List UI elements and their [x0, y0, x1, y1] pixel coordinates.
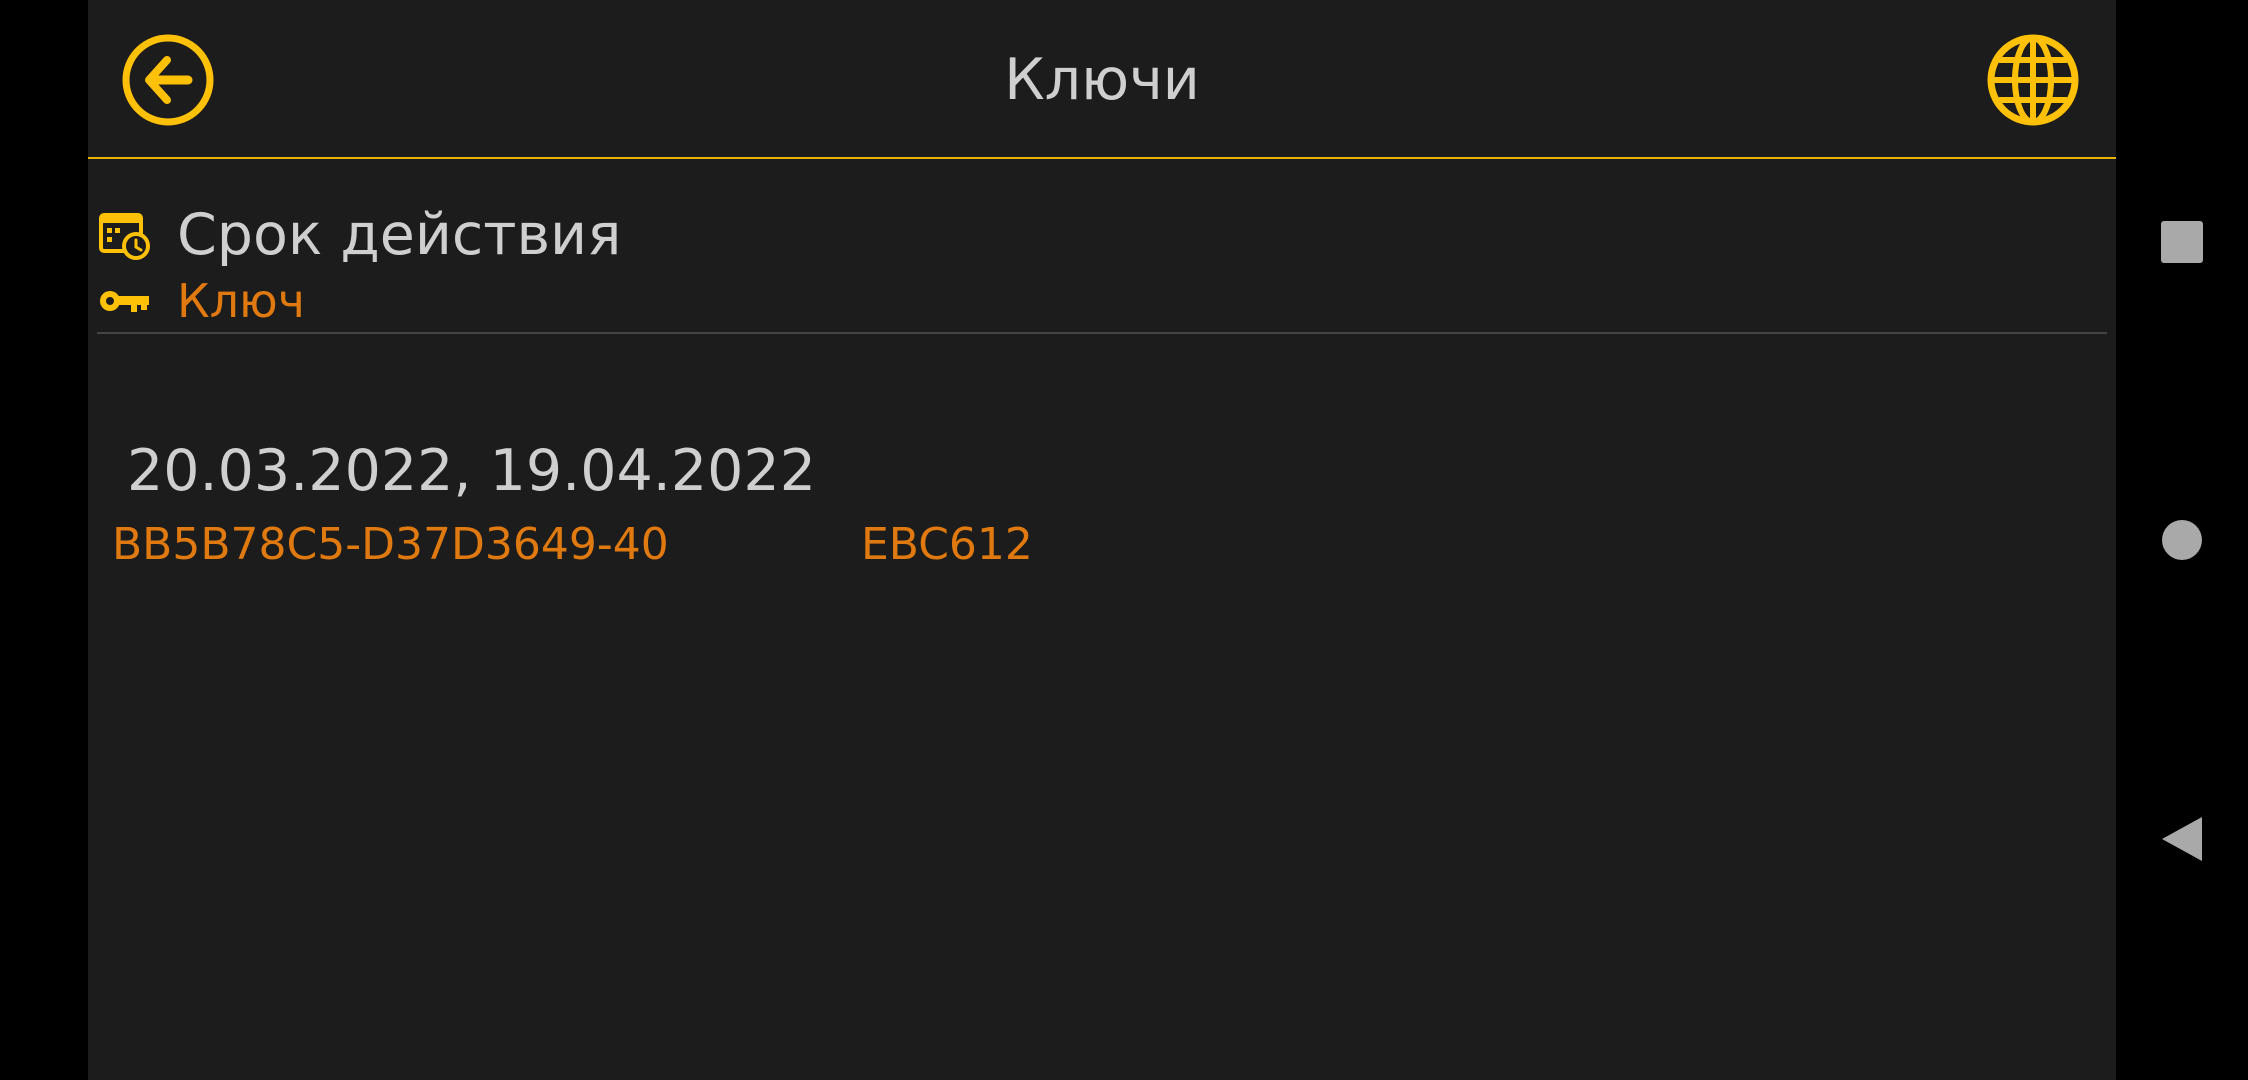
- app-window: Ключи Срок действия Ключ 20.03.2022, 19.…: [88, 0, 2116, 1080]
- home-button[interactable]: [2140, 498, 2224, 582]
- globe-icon: [1987, 34, 2079, 126]
- circle-icon: [2162, 520, 2202, 560]
- page-title: Ключи: [1004, 47, 1200, 113]
- divider: [97, 332, 2107, 334]
- legend-key: Ключ: [99, 273, 305, 329]
- key-icon: [99, 275, 151, 327]
- key-id: BB5B78C5-D37D3649-40: [112, 519, 669, 570]
- language-button[interactable]: [1987, 34, 2079, 126]
- calendar-clock-icon: [99, 209, 151, 261]
- square-icon: [2161, 221, 2203, 263]
- legend-validity-label: Срок действия: [177, 202, 622, 268]
- key-id-container: BB5B78C5-D37D3649-40: [112, 519, 728, 579]
- recents-button[interactable]: [2140, 200, 2224, 284]
- key-list-item[interactable]: 20.03.2022, 19.04.2022 BB5B78C5-D37D3649…: [88, 420, 2116, 580]
- key-id-suffix: EBC612: [861, 519, 1033, 570]
- key-validity-dates: 20.03.2022, 19.04.2022: [127, 438, 816, 504]
- legend-validity: Срок действия: [99, 200, 621, 270]
- app-header: Ключи: [88, 0, 2116, 159]
- triangle-back-icon: [2162, 817, 2202, 861]
- system-back-button[interactable]: [2140, 797, 2224, 881]
- legend-key-label: Ключ: [177, 274, 305, 328]
- arrow-left-circle-icon: [122, 34, 214, 126]
- system-navigation-bar: [2116, 0, 2248, 1080]
- back-button[interactable]: [122, 34, 214, 126]
